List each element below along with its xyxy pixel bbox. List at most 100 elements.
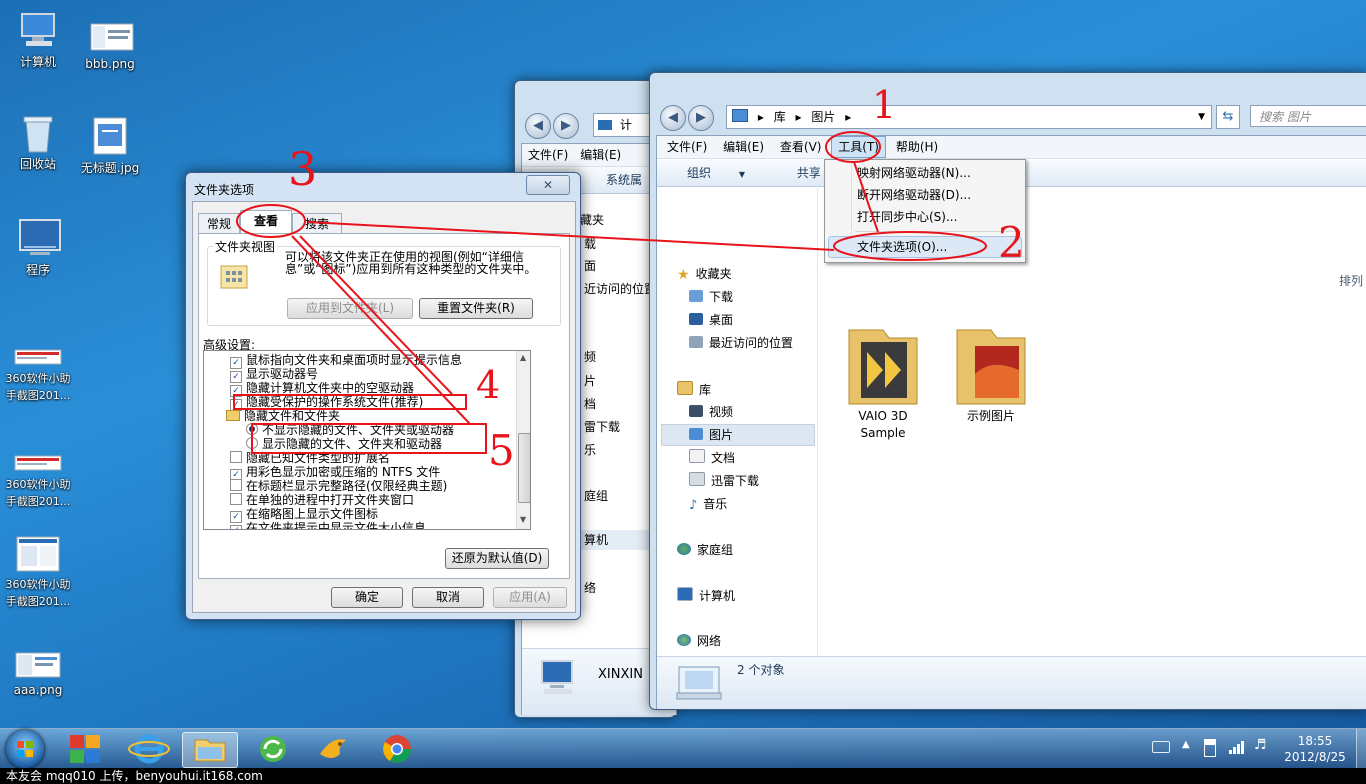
keyboard-icon[interactable] — [1152, 741, 1170, 753]
menu-tools[interactable]: 工具(T) — [831, 136, 886, 158]
scroll-up-arrow[interactable]: ▲ — [520, 353, 526, 362]
nav-libraries[interactable]: 库 — [677, 380, 711, 400]
nav-videos[interactable]: 频 — [584, 347, 596, 367]
nav-favorites[interactable]: 藏夹 — [580, 210, 604, 230]
show-hidden-icons-button[interactable]: ▲ — [1182, 739, 1190, 750]
nav-documents[interactable]: 档 — [584, 394, 596, 414]
cancel-button[interactable]: 取消 — [412, 587, 484, 608]
battery-icon[interactable] — [1204, 739, 1216, 757]
search-input[interactable]: 搜索 图片 — [1250, 105, 1366, 127]
desktop-icon-untitled-jpg[interactable]: 无标题.jpg — [72, 116, 148, 177]
close-button[interactable]: ✕ — [526, 175, 570, 195]
radio-button[interactable] — [246, 437, 258, 449]
signal-strength-icon[interactable] — [1228, 739, 1244, 755]
nav-music[interactable]: ♪ 音乐 — [689, 494, 727, 514]
breadcrumb-pictures[interactable]: 图片 — [811, 110, 835, 124]
nav-homegroup[interactable]: 家庭组 — [677, 540, 733, 560]
setting-row[interactable]: 隐藏文件和文件夹 — [226, 409, 340, 423]
menu-view[interactable]: 查看(V) — [774, 136, 828, 158]
desktop-icon-recycle-bin[interactable]: 回收站 — [0, 112, 76, 173]
scroll-down-arrow[interactable]: ▼ — [520, 515, 526, 524]
refresh-button[interactable]: ⇆ — [1216, 105, 1240, 129]
nav-network[interactable]: 网络 — [677, 631, 721, 651]
setting-row[interactable]: ✓ 在文件夹提示中显示文件大小信息 — [230, 521, 426, 529]
start-button[interactable] — [6, 730, 44, 768]
desktop-icon-aaa[interactable]: aaa.png — [0, 652, 76, 699]
taskbar-internet-explorer[interactable] — [122, 732, 176, 766]
nav-computer[interactable]: 计算机 — [677, 586, 735, 606]
menu-edit[interactable]: 编辑(E) — [717, 136, 770, 158]
radio-button[interactable] — [246, 423, 258, 435]
menu-help[interactable]: 帮助(H) — [890, 136, 944, 158]
setting-row[interactable]: 不显示隐藏的文件、文件夹或驱动器 — [246, 423, 454, 437]
tab-general[interactable]: 常规 — [198, 213, 240, 234]
taskbar-chrome[interactable] — [370, 732, 424, 766]
desktop-icon-360-screenshot-3[interactable]: 360软件小助手截图201... — [0, 536, 76, 610]
pictures-explorer-window[interactable]: ◀ ▶ ▸ 库 ▸ 图片 ▸ ▼ ⇆ 搜索 图片 文件(F) 编辑(E) 查看(… — [649, 72, 1366, 710]
ok-button[interactable]: 确定 — [331, 587, 403, 608]
menu-item-disconnect-network-drive[interactable]: 断开网络驱动器(D)... — [857, 185, 971, 205]
back-button[interactable]: ◀ — [660, 105, 686, 131]
nav-favorites[interactable]: ★ 收藏夹 — [677, 264, 732, 284]
nav-desktop[interactable]: 桌面 — [689, 310, 733, 330]
nav-pictures[interactable]: 图片 — [689, 425, 733, 445]
nav-desktop[interactable]: 面 — [584, 256, 596, 276]
checkbox[interactable] — [230, 493, 242, 505]
desktop-icon-bbb[interactable]: bbb.png — [72, 22, 148, 73]
back-button[interactable]: ◀ — [525, 113, 551, 139]
nav-videos[interactable]: 视频 — [689, 402, 733, 422]
desktop-icon-programs[interactable]: 程序 — [0, 218, 76, 279]
menu-file[interactable]: 文件(F) — [657, 136, 713, 158]
checkbox[interactable] — [230, 451, 242, 463]
forward-button[interactable]: ▶ — [688, 105, 714, 131]
tab-search[interactable]: 搜索 — [292, 213, 342, 234]
reset-folders-button[interactable]: 重置文件夹(R) — [419, 298, 533, 319]
forward-button[interactable]: ▶ — [553, 113, 579, 139]
menu-edit[interactable]: 编辑(E) — [574, 144, 627, 166]
taskbar-windows-explorer[interactable] — [182, 732, 238, 768]
menu-item-map-network-drive[interactable]: 映射网络驱动器(N)... — [857, 163, 971, 183]
show-desktop-button[interactable] — [1356, 729, 1366, 769]
nav-thunder[interactable]: 迅雷下载 — [689, 471, 759, 491]
scrollbar[interactable]: ▲ ▼ — [516, 351, 530, 529]
nav-music[interactable]: 乐 — [584, 440, 596, 460]
folder-options-dialog[interactable]: 文件夹选项 ✕ 常规 查看 搜索 文件夹视图 可以将该文件夹正在使用的视图(例如… — [185, 172, 581, 620]
nav-recent[interactable]: 最近访问的位置 — [689, 333, 793, 353]
clock[interactable]: 18:55 2012/8/25 — [1276, 733, 1354, 765]
checkbox[interactable] — [230, 479, 242, 491]
nav-thunder[interactable]: 雷下载 — [584, 417, 620, 437]
nav-recent[interactable]: 近访问的位置 — [584, 279, 656, 299]
desktop-icon-360-screenshot-2[interactable]: 360软件小助手截图201... — [0, 454, 76, 510]
taskbar-app-bird[interactable] — [306, 732, 360, 766]
menu-item-sync-center[interactable]: 打开同步中心(S)... — [857, 207, 957, 227]
arrange-by-label[interactable]: 排列 — [1339, 272, 1363, 289]
checkbox[interactable]: ✓ — [230, 525, 242, 529]
taskbar-app-360[interactable] — [58, 732, 112, 766]
setting-row[interactable]: 隐藏已知文件类型的扩展名 — [230, 451, 390, 465]
setting-row[interactable]: 在单独的进程中打开文件夹窗口 — [230, 493, 414, 507]
breadcrumb-library[interactable]: 库 — [774, 110, 786, 124]
setting-row[interactable]: 在标题栏显示完整路径(仅限经典主题) — [230, 479, 447, 493]
file-item-vaio[interactable]: VAIO 3D Sample — [835, 324, 931, 442]
nav-downloads[interactable]: 下载 — [689, 287, 733, 307]
setting-row[interactable]: 显示隐藏的文件、文件夹和驱动器 — [246, 437, 442, 451]
desktop-icon-computer[interactable]: 计算机 — [0, 10, 76, 71]
scrollbar-thumb[interactable] — [518, 433, 530, 503]
tab-view[interactable]: 查看 — [240, 210, 292, 234]
volume-icon[interactable]: ♬ — [1254, 737, 1267, 753]
nav-downloads[interactable]: 载 — [584, 234, 596, 254]
nav-documents[interactable]: 文档 — [689, 448, 735, 468]
address-dropdown-arrow[interactable]: ▼ — [1198, 106, 1205, 128]
menu-item-folder-options[interactable]: 文件夹选项(O)... — [857, 237, 947, 257]
menu-file[interactable]: 文件(F) — [522, 144, 574, 166]
nav-network[interactable]: 络 — [584, 578, 596, 598]
nav-pictures[interactable]: 片 — [584, 371, 596, 391]
apply-button[interactable]: 应用(A) — [493, 587, 567, 608]
nav-homegroup[interactable]: 庭组 — [584, 486, 608, 506]
nav-computer[interactable]: 算机 — [584, 530, 608, 550]
address-bar[interactable]: ▸ 库 ▸ 图片 ▸ ▼ — [726, 105, 1212, 129]
desktop-icon-360-screenshot-1[interactable]: 360软件小助手截图201... — [0, 348, 76, 404]
apply-to-folders-button[interactable]: 应用到文件夹(L) — [287, 298, 413, 319]
file-item-sample-pictures[interactable]: 示例图片 — [943, 324, 1039, 425]
organize-button[interactable]: 组织 ▼ — [657, 160, 769, 188]
